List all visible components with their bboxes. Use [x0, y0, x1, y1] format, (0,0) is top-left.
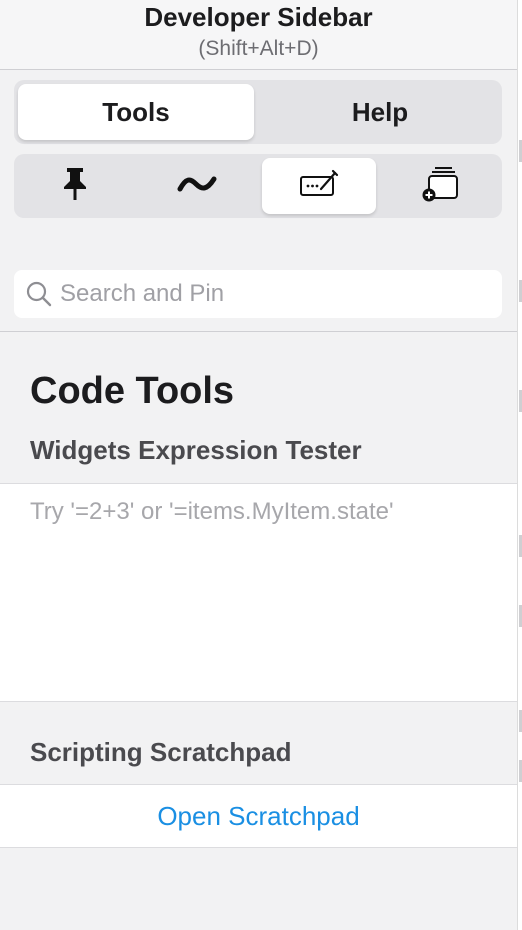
expression-tester-heading: Widgets Expression Tester: [30, 435, 362, 465]
sidebar-title: Developer Sidebar: [144, 2, 373, 32]
wave-tools-button[interactable]: [140, 158, 254, 214]
add-widget-icon: [421, 166, 461, 207]
wave-icon: [177, 172, 217, 201]
tool-segmented-control: [14, 154, 502, 218]
tab-help[interactable]: Help: [262, 84, 498, 140]
keyboard-shortcut-hint: (Shift+Alt+D): [198, 37, 319, 60]
section-divider: [0, 331, 517, 332]
background-window-edge: [517, 0, 522, 930]
code-edit-icon: [299, 169, 339, 204]
search-icon: [26, 281, 52, 307]
pin-icon: [62, 166, 88, 207]
open-scratchpad-button[interactable]: Open Scratchpad: [0, 784, 517, 848]
expression-tester-box: [0, 483, 517, 702]
search-bar: [14, 270, 502, 318]
code-tools-button[interactable]: [262, 158, 376, 214]
main-tab-segmented-control: Tools Help: [14, 80, 502, 144]
widget-tools-button[interactable]: [384, 158, 498, 214]
pinned-tools-button[interactable]: [18, 158, 132, 214]
expression-input[interactable]: [30, 498, 500, 688]
code-tools-heading: Code Tools: [30, 370, 235, 412]
tab-tools[interactable]: Tools: [18, 84, 254, 140]
developer-sidebar: Developer Sidebar (Shift+Alt+D) Tools He…: [0, 0, 517, 930]
scratchpad-heading: Scripting Scratchpad: [30, 737, 292, 767]
sidebar-header: Developer Sidebar (Shift+Alt+D): [0, 0, 517, 70]
search-input[interactable]: [58, 279, 482, 309]
